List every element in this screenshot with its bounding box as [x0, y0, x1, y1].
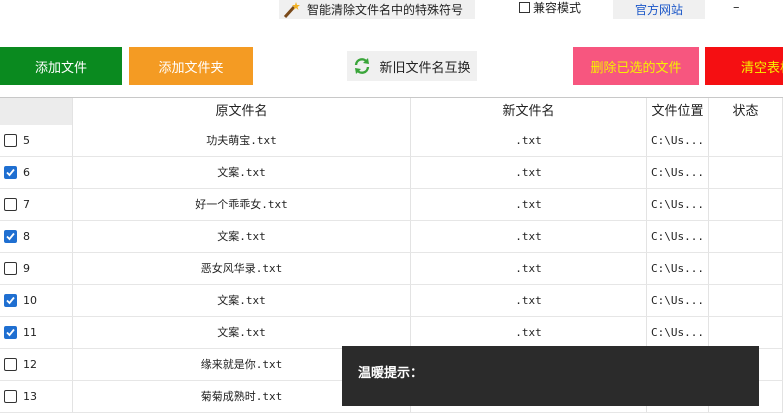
table-row[interactable]: 9 恶女风华录.txt .txt C:\Us...: [0, 253, 783, 285]
minimize-icon[interactable]: –: [733, 0, 740, 15]
location-cell[interactable]: C:\Us...: [647, 253, 709, 285]
new-name-cell[interactable]: .txt: [411, 157, 647, 189]
status-cell: [709, 189, 783, 221]
original-name-cell[interactable]: 文案.txt: [73, 285, 411, 317]
row-number: 5: [23, 134, 30, 147]
row-checkbox[interactable]: [4, 294, 17, 307]
smart-clean-button[interactable]: 智能清除文件名中的特殊符号: [279, 0, 475, 19]
row-select-cell[interactable]: 8: [0, 221, 73, 253]
add-folder-label: 添加文件夹: [158, 60, 224, 76]
row-select-cell[interactable]: 11: [0, 317, 73, 349]
row-checkbox[interactable]: [4, 358, 17, 371]
official-site-label: 官方网站: [634, 3, 683, 17]
status-cell: [709, 317, 783, 349]
location-cell[interactable]: C:\Us...: [647, 285, 709, 317]
header-status[interactable]: 状态: [709, 98, 783, 125]
compat-mode-label: 兼容模式: [533, 0, 582, 15]
refresh-icon: [355, 58, 370, 74]
add-file-button[interactable]: 添加文件: [0, 47, 122, 85]
clear-table-button[interactable]: 清空表格: [705, 47, 783, 85]
status-cell: [709, 253, 783, 285]
status-cell: [709, 157, 783, 189]
location-cell[interactable]: C:\Us...: [647, 157, 709, 189]
status-cell: [709, 125, 783, 157]
row-select-cell[interactable]: 7: [0, 189, 73, 221]
row-checkbox[interactable]: [4, 166, 17, 179]
table-row[interactable]: 5 功夫萌宝.txt .txt C:\Us...: [0, 125, 783, 157]
row-checkbox[interactable]: [4, 230, 17, 243]
add-folder-button[interactable]: 添加文件夹: [129, 47, 253, 85]
original-name-cell[interactable]: 恶女风华录.txt: [73, 253, 411, 285]
table-row[interactable]: 6 文案.txt .txt C:\Us...: [0, 157, 783, 189]
smart-clean-label: 智能清除文件名中的特殊符号: [307, 3, 464, 17]
row-checkbox[interactable]: [4, 390, 17, 403]
compat-mode-checkbox[interactable]: 兼容模式: [519, 0, 582, 15]
swap-names-button[interactable]: 新旧文件名互换: [347, 51, 477, 81]
location-cell[interactable]: C:\Us...: [647, 189, 709, 221]
row-number: 7: [23, 198, 30, 211]
location-cell[interactable]: C:\Us...: [647, 317, 709, 349]
header-new-name[interactable]: 新文件名: [411, 98, 647, 125]
original-name-cell[interactable]: 功夫萌宝.txt: [73, 125, 411, 157]
new-name-cell[interactable]: .txt: [411, 125, 647, 157]
status-cell: [709, 221, 783, 253]
row-checkbox[interactable]: [4, 326, 17, 339]
original-name-cell[interactable]: 文案.txt: [73, 221, 411, 253]
original-name-cell[interactable]: 好一个乖乖女.txt: [73, 189, 411, 221]
table-row[interactable]: 7 好一个乖乖女.txt .txt C:\Us...: [0, 189, 783, 221]
location-cell[interactable]: C:\Us...: [647, 221, 709, 253]
location-cell[interactable]: C:\Us...: [647, 125, 709, 157]
delete-selected-button[interactable]: 删除已选的文件: [573, 47, 699, 85]
table-header: 原文件名 新文件名 文件位置 状态: [0, 98, 783, 125]
header-corner[interactable]: [0, 98, 73, 125]
warm-tip-title: 温暖提示：: [358, 366, 424, 381]
table-row[interactable]: 8 文案.txt .txt C:\Us...: [0, 221, 783, 253]
row-checkbox[interactable]: [4, 262, 17, 275]
swap-names-label: 新旧文件名互换: [379, 60, 471, 76]
header-original-name[interactable]: 原文件名: [73, 98, 411, 125]
row-number: 8: [23, 230, 30, 243]
table-row[interactable]: 10 文案.txt .txt C:\Us...: [0, 285, 783, 317]
row-select-cell[interactable]: 9: [0, 253, 73, 285]
table-row[interactable]: 11 文案.txt .txt C:\Us...: [0, 317, 783, 349]
top-bar: 智能清除文件名中的特殊符号 兼容模式 官方网站 –: [0, 0, 783, 20]
magic-wand-icon: [283, 1, 300, 18]
row-select-cell[interactable]: 13: [0, 381, 73, 413]
row-number: 10: [23, 294, 37, 307]
row-checkbox[interactable]: [4, 134, 17, 147]
clear-table-label: 清空表格: [741, 60, 783, 76]
official-site-button[interactable]: 官方网站: [613, 0, 705, 19]
row-number: 13: [23, 390, 37, 403]
new-name-cell[interactable]: .txt: [411, 221, 647, 253]
row-checkbox[interactable]: [4, 198, 17, 211]
delete-selected-label: 删除已选的文件: [590, 60, 682, 76]
row-select-cell[interactable]: 6: [0, 157, 73, 189]
row-select-cell[interactable]: 5: [0, 125, 73, 157]
row-select-cell[interactable]: 10: [0, 285, 73, 317]
new-name-cell[interactable]: .txt: [411, 285, 647, 317]
row-number: 12: [23, 358, 37, 371]
warm-tip-popup: 温暖提示：: [342, 346, 759, 406]
new-name-cell[interactable]: .txt: [411, 189, 647, 221]
status-cell: [709, 285, 783, 317]
header-location[interactable]: 文件位置: [647, 98, 709, 125]
row-number: 6: [23, 166, 30, 179]
compat-checkbox-box[interactable]: [519, 1, 530, 13]
new-name-cell[interactable]: .txt: [411, 317, 647, 349]
new-name-cell[interactable]: .txt: [411, 253, 647, 285]
row-number: 11: [23, 326, 37, 339]
original-name-cell[interactable]: 文案.txt: [73, 157, 411, 189]
row-number: 9: [23, 262, 30, 275]
original-name-cell[interactable]: 文案.txt: [73, 317, 411, 349]
add-file-label: 添加文件: [34, 60, 87, 76]
row-select-cell[interactable]: 12: [0, 349, 73, 381]
